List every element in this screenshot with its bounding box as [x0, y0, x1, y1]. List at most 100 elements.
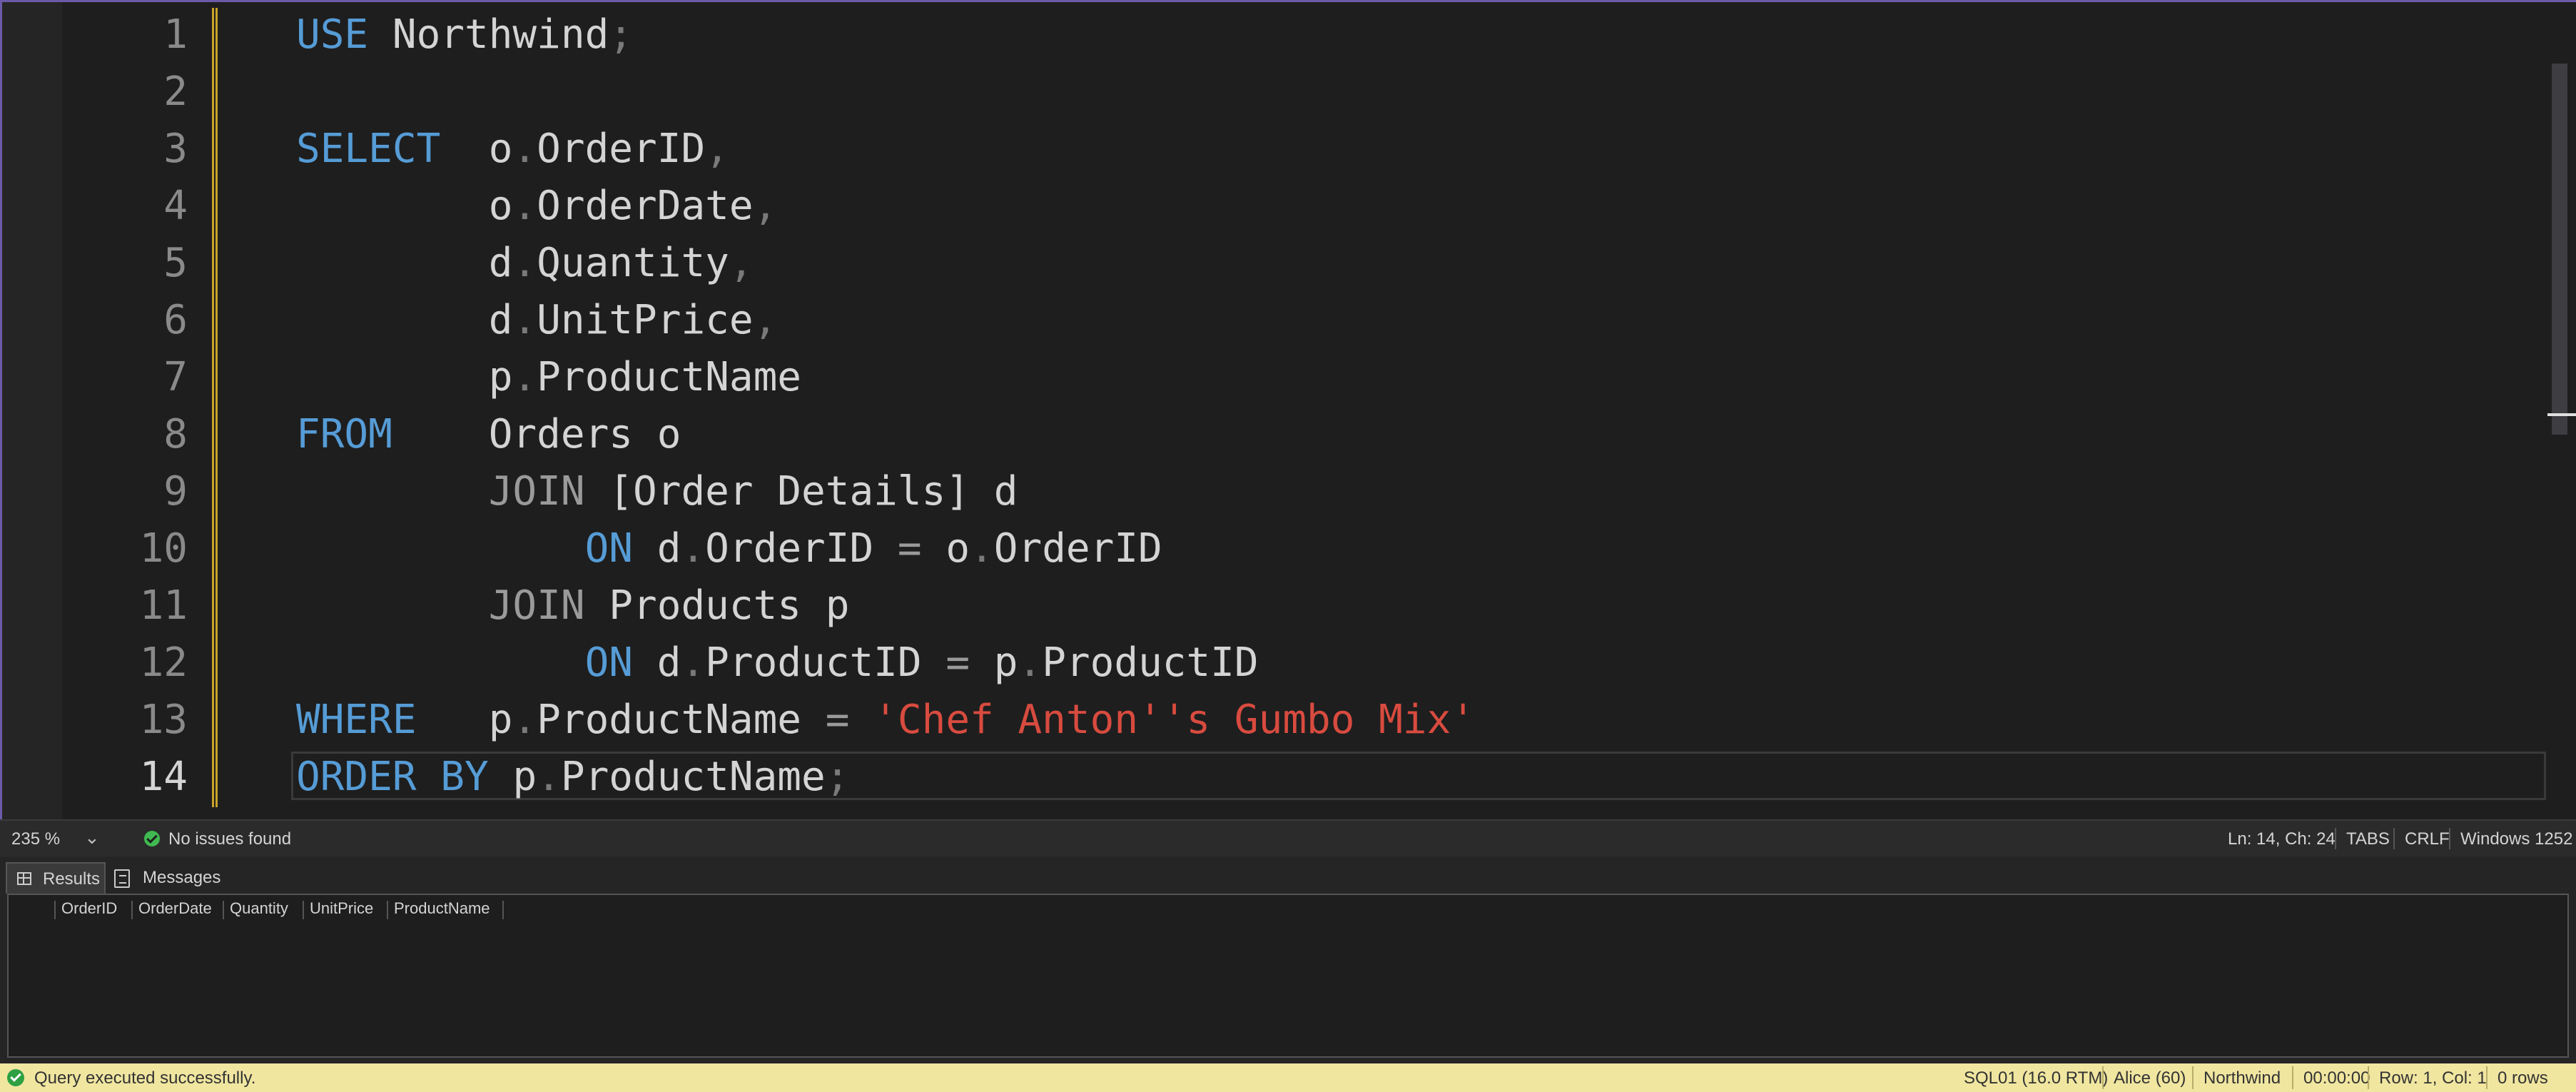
- query-editor[interactable]: 1 2 3 4 5 6 7 8 9 10 11 12 13 14 USE Northwind; SELECT…: [0, 0, 2576, 819]
- code-line[interactable]: USE Northwind;: [296, 6, 633, 64]
- line-number: 7: [163, 354, 188, 400]
- code-token: ORDER BY: [296, 754, 513, 800]
- line-number: 3: [163, 126, 188, 172]
- code-token: p: [512, 754, 537, 800]
- code-token: .: [512, 240, 537, 286]
- line-number: 14: [139, 754, 188, 800]
- tab-messages[interactable]: Messages: [107, 862, 221, 894]
- code-token: USE: [296, 11, 392, 58]
- code-token: ON: [584, 525, 657, 572]
- code-line[interactable]: p.ProductName: [296, 349, 801, 406]
- code-token: .: [512, 126, 537, 172]
- code-token: ,: [753, 297, 778, 343]
- code-line[interactable]: SELECT o.OrderID,: [296, 121, 729, 178]
- column-divider: [387, 901, 388, 919]
- code-line[interactable]: o.OrderDate,: [296, 178, 778, 235]
- divider: [2368, 1066, 2369, 1089]
- vertical-scrollbar[interactable]: [2552, 64, 2567, 435]
- messages-icon: [114, 869, 130, 888]
- code-line[interactable]: FROM Orders o: [296, 406, 681, 463]
- code-token: .: [1018, 639, 1043, 686]
- code-token: .: [970, 525, 994, 572]
- code-token: FROM: [296, 411, 489, 457]
- code-line[interactable]: JOIN Products p: [296, 577, 850, 635]
- column-divider: [502, 901, 504, 919]
- code-token: Products p: [609, 582, 850, 629]
- code-token: .: [681, 525, 706, 572]
- server-info: SQL01 (16.0 RTM): [1964, 1068, 2109, 1088]
- code-token: .: [512, 697, 537, 743]
- code-token: .: [537, 754, 561, 800]
- line-number: 9: [163, 468, 188, 515]
- column-header-orderdate[interactable]: OrderDate: [138, 899, 212, 918]
- row-count: 0 rows: [2498, 1068, 2548, 1088]
- divider: [2449, 828, 2450, 849]
- code-token: d: [656, 525, 681, 572]
- editor-gutter: [2, 2, 62, 819]
- code-token: ON: [584, 639, 657, 686]
- execution-message: Query executed successfully.: [34, 1068, 256, 1088]
- column-header-quantity[interactable]: Quantity: [230, 899, 288, 918]
- elapsed-time: 00:00:00: [2303, 1068, 2370, 1088]
- code-token: .: [512, 183, 537, 229]
- encoding[interactable]: Windows 1252: [2460, 829, 2572, 849]
- user-info: Alice (60): [2114, 1068, 2186, 1088]
- divider: [2335, 828, 2336, 849]
- code-line[interactable]: d.UnitPrice,: [296, 292, 778, 349]
- code-line[interactable]: ON d.OrderID = o.OrderID: [296, 520, 1162, 577]
- database-name: Northwind: [2204, 1068, 2281, 1088]
- code-token: ProductName: [537, 697, 826, 743]
- indent-mode[interactable]: TABS: [2346, 829, 2390, 849]
- query-status-bar: Query executed successfully. SQL01 (16.0…: [0, 1063, 2576, 1092]
- tab-results[interactable]: Results: [6, 862, 106, 894]
- change-tracking-bar: [212, 8, 218, 807]
- code-token: ;: [825, 754, 850, 800]
- code-token: p: [296, 354, 513, 400]
- column-divider: [223, 901, 224, 919]
- column-header-productname[interactable]: ProductName: [394, 899, 490, 918]
- code-token: .: [681, 639, 706, 686]
- cursor-position[interactable]: Ln: 14, Ch: 24: [2228, 829, 2336, 849]
- code-token: =: [897, 525, 946, 572]
- code-token: .: [512, 297, 537, 343]
- code-line[interactable]: ORDER BY p.ProductName;: [296, 749, 849, 806]
- code-token: ,: [729, 240, 754, 286]
- divider: [2292, 1066, 2293, 1089]
- tab-label: Results: [43, 869, 101, 889]
- code-token: JOIN: [488, 468, 609, 515]
- line-ending[interactable]: CRLF: [2405, 829, 2450, 849]
- code-line[interactable]: d.Quantity,: [296, 235, 754, 292]
- grid-icon: [17, 872, 31, 885]
- column-header-orderid[interactable]: OrderID: [61, 899, 117, 918]
- code-token: ProductID: [705, 639, 946, 686]
- code-token: UnitPrice: [537, 297, 754, 343]
- results-grid[interactable]: OrderID OrderDate Quantity UnitPrice Pro…: [7, 894, 2569, 1058]
- scrollbar-position-marker: [2547, 413, 2576, 416]
- code-token: SELECT: [296, 126, 489, 172]
- code-line[interactable]: ON d.ProductID = p.ProductID: [296, 635, 1259, 692]
- code-token: OrderID: [537, 126, 706, 172]
- line-number: 10: [139, 525, 188, 572]
- issues-indicator[interactable]: No issues found: [168, 829, 291, 849]
- code-token: =: [945, 639, 994, 686]
- line-number: 1: [163, 11, 188, 58]
- code-line[interactable]: JOIN [Order Details] d: [296, 463, 1018, 520]
- code-token: p: [488, 697, 513, 743]
- grid-cursor: Row: 1, Col: 1: [2379, 1068, 2487, 1088]
- line-number: 12: [139, 639, 188, 686]
- chevron-down-icon[interactable]: ⌄: [84, 826, 100, 849]
- code-token: ProductName: [537, 354, 802, 400]
- zoom-level[interactable]: 235 %: [11, 829, 60, 849]
- column-divider: [54, 901, 56, 919]
- column-header-unitprice[interactable]: UnitPrice: [310, 899, 373, 918]
- code-line[interactable]: WHERE p.ProductName = 'Chef Anton''s Gum…: [296, 692, 1475, 749]
- code-token: d: [656, 639, 681, 686]
- column-divider: [303, 901, 304, 919]
- tab-label: Messages: [143, 868, 221, 887]
- code-token: Orders o: [488, 411, 681, 457]
- code-token: d: [296, 240, 513, 286]
- code-token: [Order Details] d: [609, 468, 1018, 515]
